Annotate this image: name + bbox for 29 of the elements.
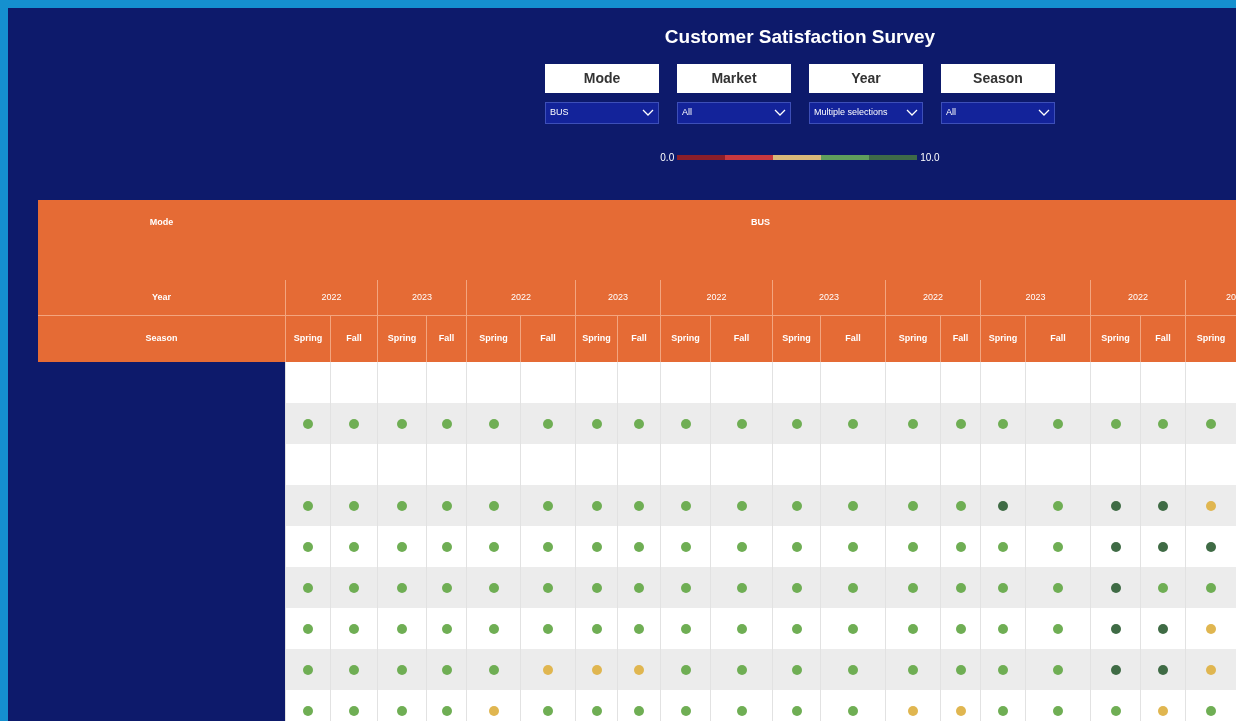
row-header-label: Mode <box>148 216 175 229</box>
filter-dropdown[interactable]: All <box>941 101 1055 124</box>
filter-dropdown[interactable]: Multiple selections <box>809 101 923 124</box>
chevron-down-icon <box>642 108 654 117</box>
filter-label: Market <box>677 63 791 93</box>
legend-min-label: 0.0 <box>660 150 675 165</box>
filter-label: Mode <box>545 63 659 93</box>
year-header: 2023 <box>377 280 466 316</box>
mode-header: BUS <box>750 216 771 229</box>
year-header: 2022 <box>660 280 772 316</box>
year-header: 2022 <box>285 280 377 316</box>
filter-label: Season <box>941 63 1055 93</box>
filter-dropdown[interactable]: BUS <box>545 101 659 124</box>
year-header: 20 <box>1185 280 1236 316</box>
legend-max-label: 10.0 <box>920 150 940 165</box>
year-header: 2022 <box>885 280 980 316</box>
filter-dropdown[interactable]: All <box>677 101 791 124</box>
chevron-down-icon <box>906 108 918 117</box>
report-title: Customer Satisfaction Survey <box>664 25 936 49</box>
year-header: 2022 <box>466 280 575 316</box>
year-header: 2023 <box>575 280 660 316</box>
year-header: 2023 <box>980 280 1090 316</box>
year-header: 2023 <box>772 280 885 316</box>
row-header-label: Year <box>38 280 285 316</box>
chevron-down-icon <box>774 108 786 117</box>
filter-label: Year <box>809 63 923 93</box>
chevron-down-icon <box>1038 108 1050 117</box>
row-header-label: Season <box>144 332 179 346</box>
year-header: 2022 <box>1090 280 1185 316</box>
